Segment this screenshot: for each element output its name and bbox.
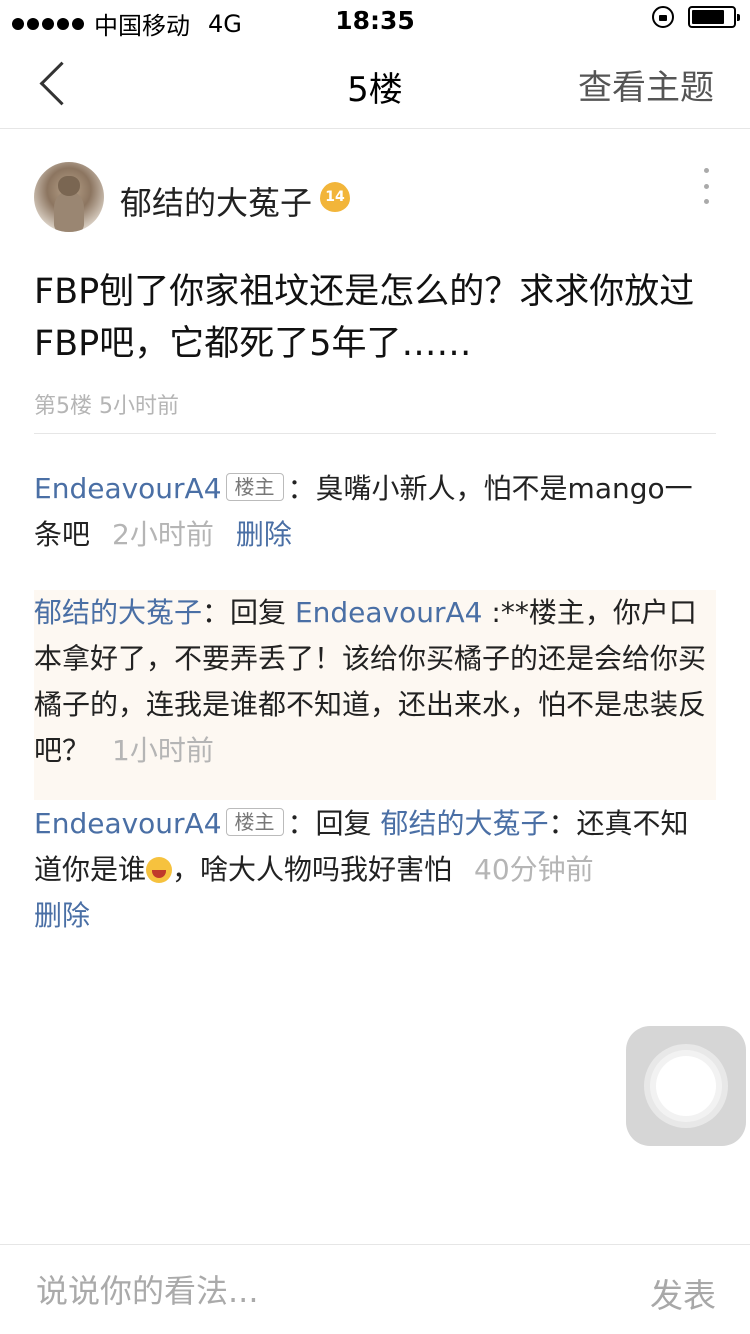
battery-fill: [692, 10, 724, 24]
comment-input[interactable]: [34, 1267, 598, 1315]
avatar[interactable]: [34, 162, 104, 232]
host-tag: 楼主: [225, 808, 284, 836]
reply-item[interactable]: EndeavourA4 楼主 ：臭嘴小新人，怕不是mango一条吧 2小时前 删除: [34, 466, 716, 558]
status-time: 18:35: [335, 6, 415, 35]
post-meta: 第5楼 5小时前: [34, 394, 179, 419]
reply-user[interactable]: EndeavourA4: [34, 807, 222, 840]
reply-time: 2小时前: [112, 518, 214, 551]
level-badge: 14: [320, 182, 350, 212]
author-name[interactable]: 郁结的大菟子: [120, 178, 312, 224]
reply-separator: ：: [202, 596, 231, 629]
reply-item-highlighted[interactable]: 郁结的大菟子：回复 EndeavourA4 :**楼主，你户口本拿好了，不要弄丢…: [34, 590, 716, 800]
assistive-touch-button[interactable]: [626, 1026, 746, 1146]
battery-icon: [688, 6, 740, 28]
status-bar: 中国移动 4G 18:35: [0, 0, 750, 40]
more-dot-icon: [703, 183, 709, 189]
reply-time: 40分钟前: [474, 853, 594, 886]
reply-to-user[interactable]: EndeavourA4: [295, 596, 483, 629]
host-tag: 楼主: [225, 473, 284, 501]
reply-user[interactable]: EndeavourA4: [34, 472, 222, 505]
rotation-lock-icon: [652, 6, 674, 28]
reply-time: 1小时前: [112, 734, 214, 767]
post-body: FBP刨了你家祖坟还是怎么的？求求你放过FBP吧，它都死了5年了……: [34, 272, 695, 364]
more-dot-icon: [703, 199, 709, 204]
divider: [34, 433, 716, 434]
avatar-cat-body: [54, 192, 84, 232]
status-right: [652, 6, 740, 28]
reply-to-user[interactable]: 郁结的大菟子: [380, 807, 548, 840]
view-topic-button[interactable]: 查看主题: [578, 60, 714, 109]
reply-separator: ：: [287, 472, 316, 505]
assistive-ring-inner: [656, 1056, 716, 1116]
delete-button[interactable]: 删除: [34, 899, 90, 932]
reply-separator: ：: [287, 807, 316, 840]
more-options-button[interactable]: [700, 168, 712, 204]
grinning-emoji-icon: [146, 857, 173, 883]
comment-bar: 发表: [0, 1244, 750, 1334]
reply-text-continued: ，啥大人物吗我好害怕: [172, 853, 453, 886]
reply-user[interactable]: 郁结的大菟子: [34, 596, 202, 629]
send-button[interactable]: 发表: [650, 1269, 716, 1317]
reply-prefix: 回复: [230, 596, 287, 629]
reply-prefix: 回复: [315, 807, 372, 840]
reply-item[interactable]: EndeavourA4 楼主 ：回复 郁结的大菟子：还真不知道你是谁 ，啥大人物吗我好…: [34, 801, 716, 939]
delete-button[interactable]: 删除: [236, 518, 292, 551]
post-header: 郁结的大菟子 14: [34, 162, 714, 236]
avatar-cat-head: [58, 176, 80, 196]
more-dot-icon: [703, 168, 709, 173]
nav-bar: 5楼 查看主题: [0, 40, 750, 129]
